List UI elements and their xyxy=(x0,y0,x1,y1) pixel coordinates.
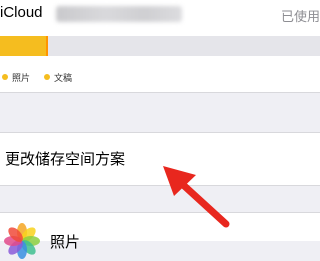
storage-usage-bar xyxy=(0,36,320,56)
legend-label: 文稿 xyxy=(54,73,73,84)
section-spacer xyxy=(0,92,320,133)
storage-used-label: 已使用 xyxy=(280,10,320,25)
storage-usage-section: 照片 文稿 xyxy=(0,34,320,92)
change-storage-plan-label: 更改储存空间方案 xyxy=(5,150,126,168)
icloud-storage-header: iCloud 已使用 xyxy=(0,0,320,34)
change-storage-plan-row[interactable]: 更改储存空间方案 xyxy=(0,132,320,186)
app-row-photos[interactable]: 照片 xyxy=(0,212,320,259)
legend-label: 照片 xyxy=(12,73,31,84)
legend-dot xyxy=(2,74,8,80)
storage-bar-segment xyxy=(46,36,48,56)
photos-icon xyxy=(4,223,40,259)
header-title: iCloud xyxy=(0,4,43,21)
section-spacer xyxy=(0,186,320,212)
legend-item-documents: 文稿 xyxy=(42,71,72,84)
legend-item-photos: 照片 xyxy=(0,71,30,84)
storage-bar-fill xyxy=(0,36,46,56)
storage-legend: 照片 文稿 xyxy=(0,70,84,84)
legend-dot xyxy=(44,74,51,80)
blurred-account-name xyxy=(56,6,182,22)
app-label-photos: 照片 xyxy=(50,233,81,251)
